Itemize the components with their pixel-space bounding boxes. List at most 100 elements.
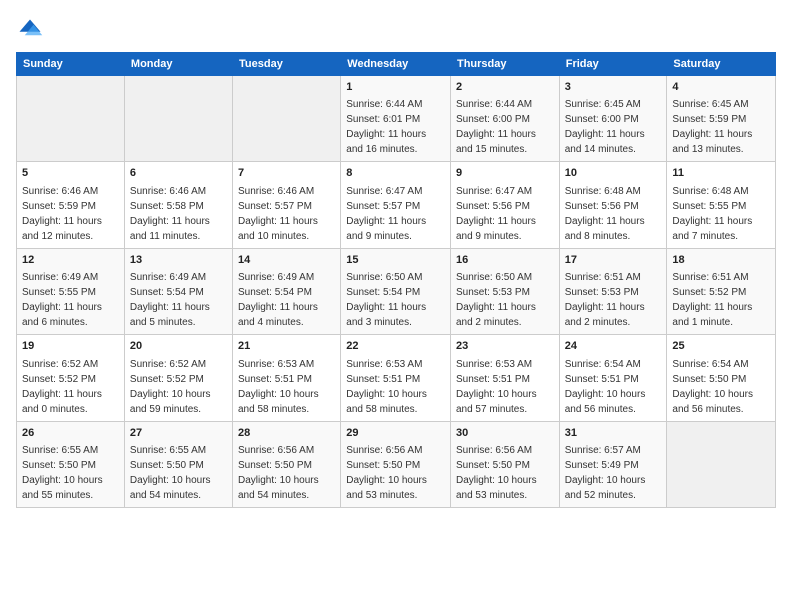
day-number: 24 — [565, 339, 662, 354]
day-number: 30 — [456, 426, 554, 441]
week-row-5: 26 Sunrise: 6:55 AM Sunset: 5:50 PM Dayli… — [17, 421, 776, 507]
day-cell-11: 11 Sunrise: 6:48 AM Sunset: 5:55 PM Dayli… — [667, 162, 776, 248]
day-info: Sunrise: 6:48 AM Sunset: 5:56 PM Dayligh… — [565, 186, 645, 242]
day-cell-12: 12 Sunrise: 6:49 AM Sunset: 5:55 PM Dayli… — [17, 248, 125, 334]
header-cell-tuesday: Tuesday — [233, 53, 341, 76]
day-number: 18 — [672, 253, 770, 268]
day-number: 31 — [565, 426, 662, 441]
day-number: 26 — [22, 426, 119, 441]
day-number: 29 — [346, 426, 445, 441]
day-info: Sunrise: 6:57 AM Sunset: 5:49 PM Dayligh… — [565, 445, 646, 501]
week-row-4: 19 Sunrise: 6:52 AM Sunset: 5:52 PM Dayli… — [17, 335, 776, 421]
day-number: 21 — [238, 339, 335, 354]
day-info: Sunrise: 6:54 AM Sunset: 5:51 PM Dayligh… — [565, 359, 646, 415]
day-info: Sunrise: 6:46 AM Sunset: 5:57 PM Dayligh… — [238, 186, 318, 242]
day-number: 2 — [456, 80, 554, 95]
day-cell-30: 30 Sunrise: 6:56 AM Sunset: 5:50 PM Dayli… — [450, 421, 559, 507]
day-info: Sunrise: 6:53 AM Sunset: 5:51 PM Dayligh… — [456, 359, 537, 415]
day-number: 5 — [22, 166, 119, 181]
day-cell-24: 24 Sunrise: 6:54 AM Sunset: 5:51 PM Dayli… — [559, 335, 667, 421]
day-cell-3: 3 Sunrise: 6:45 AM Sunset: 6:00 PM Daylig… — [559, 76, 667, 162]
week-row-1: 1Sunrise: 6:44 AM Sunset: 6:01 PM Daylig… — [17, 76, 776, 162]
day-number: 7 — [238, 166, 335, 181]
day-number: 14 — [238, 253, 335, 268]
day-info: Sunrise: 6:45 AM Sunset: 6:00 PM Dayligh… — [565, 99, 645, 155]
day-info: Sunrise: 6:45 AM Sunset: 5:59 PM Dayligh… — [672, 99, 752, 155]
header-cell-saturday: Saturday — [667, 53, 776, 76]
day-number: 6 — [130, 166, 227, 181]
day-cell-21: 21 Sunrise: 6:53 AM Sunset: 5:51 PM Dayli… — [233, 335, 341, 421]
day-info: Sunrise: 6:53 AM Sunset: 5:51 PM Dayligh… — [238, 359, 319, 415]
day-cell-27: 27 Sunrise: 6:55 AM Sunset: 5:50 PM Dayli… — [124, 421, 232, 507]
day-cell-22: 22 Sunrise: 6:53 AM Sunset: 5:51 PM Dayli… — [341, 335, 451, 421]
day-cell-26: 26 Sunrise: 6:55 AM Sunset: 5:50 PM Dayli… — [17, 421, 125, 507]
day-number: 10 — [565, 166, 662, 181]
day-info: Sunrise: 6:49 AM Sunset: 5:54 PM Dayligh… — [238, 272, 318, 328]
day-cell-8: 8 Sunrise: 6:47 AM Sunset: 5:57 PM Daylig… — [341, 162, 451, 248]
day-cell-29: 29 Sunrise: 6:56 AM Sunset: 5:50 PM Dayli… — [341, 421, 451, 507]
page-header — [16, 16, 776, 44]
day-number: 3 — [565, 80, 662, 95]
day-info: Sunrise: 6:51 AM Sunset: 5:53 PM Dayligh… — [565, 272, 645, 328]
day-number: 22 — [346, 339, 445, 354]
day-number: 13 — [130, 253, 227, 268]
day-number: 27 — [130, 426, 227, 441]
logo — [16, 16, 48, 44]
day-info: Sunrise: 6:53 AM Sunset: 5:51 PM Dayligh… — [346, 359, 427, 415]
day-info: Sunrise: 6:50 AM Sunset: 5:54 PM Dayligh… — [346, 272, 426, 328]
empty-cell — [17, 76, 125, 162]
day-cell-17: 17 Sunrise: 6:51 AM Sunset: 5:53 PM Dayli… — [559, 248, 667, 334]
day-info: Sunrise: 6:56 AM Sunset: 5:50 PM Dayligh… — [346, 445, 427, 501]
day-cell-18: 18 Sunrise: 6:51 AM Sunset: 5:52 PM Dayli… — [667, 248, 776, 334]
day-number: 23 — [456, 339, 554, 354]
header-cell-monday: Monday — [124, 53, 232, 76]
day-info: Sunrise: 6:56 AM Sunset: 5:50 PM Dayligh… — [238, 445, 319, 501]
day-info: Sunrise: 6:55 AM Sunset: 5:50 PM Dayligh… — [130, 445, 211, 501]
day-cell-4: 4Sunrise: 6:45 AM Sunset: 5:59 PM Daylig… — [667, 76, 776, 162]
day-cell-19: 19 Sunrise: 6:52 AM Sunset: 5:52 PM Dayli… — [17, 335, 125, 421]
day-info: Sunrise: 6:49 AM Sunset: 5:55 PM Dayligh… — [22, 272, 102, 328]
day-info: Sunrise: 6:55 AM Sunset: 5:50 PM Dayligh… — [22, 445, 103, 501]
day-cell-20: 20 Sunrise: 6:52 AM Sunset: 5:52 PM Dayli… — [124, 335, 232, 421]
day-cell-2: 2 Sunrise: 6:44 AM Sunset: 6:00 PM Daylig… — [450, 76, 559, 162]
day-cell-13: 13 Sunrise: 6:49 AM Sunset: 5:54 PM Dayli… — [124, 248, 232, 334]
day-info: Sunrise: 6:52 AM Sunset: 5:52 PM Dayligh… — [22, 359, 102, 415]
day-number: 12 — [22, 253, 119, 268]
day-number: 17 — [565, 253, 662, 268]
day-info: Sunrise: 6:56 AM Sunset: 5:50 PM Dayligh… — [456, 445, 537, 501]
day-number: 25 — [672, 339, 770, 354]
day-cell-6: 6 Sunrise: 6:46 AM Sunset: 5:58 PM Daylig… — [124, 162, 232, 248]
day-info: Sunrise: 6:49 AM Sunset: 5:54 PM Dayligh… — [130, 272, 210, 328]
week-row-2: 5Sunrise: 6:46 AM Sunset: 5:59 PM Daylig… — [17, 162, 776, 248]
empty-cell — [667, 421, 776, 507]
day-info: Sunrise: 6:46 AM Sunset: 5:58 PM Dayligh… — [130, 186, 210, 242]
day-cell-23: 23 Sunrise: 6:53 AM Sunset: 5:51 PM Dayli… — [450, 335, 559, 421]
day-info: Sunrise: 6:44 AM Sunset: 6:00 PM Dayligh… — [456, 99, 536, 155]
calendar-table: SundayMondayTuesdayWednesdayThursdayFrid… — [16, 52, 776, 508]
day-number: 11 — [672, 166, 770, 181]
day-info: Sunrise: 6:50 AM Sunset: 5:53 PM Dayligh… — [456, 272, 536, 328]
day-number: 1 — [346, 80, 445, 95]
day-number: 8 — [346, 166, 445, 181]
empty-cell — [233, 76, 341, 162]
day-cell-7: 7 Sunrise: 6:46 AM Sunset: 5:57 PM Daylig… — [233, 162, 341, 248]
empty-cell — [124, 76, 232, 162]
header-cell-thursday: Thursday — [450, 53, 559, 76]
day-cell-25: 25Sunrise: 6:54 AM Sunset: 5:50 PM Dayli… — [667, 335, 776, 421]
week-row-3: 12 Sunrise: 6:49 AM Sunset: 5:55 PM Dayli… — [17, 248, 776, 334]
day-info: Sunrise: 6:52 AM Sunset: 5:52 PM Dayligh… — [130, 359, 211, 415]
day-cell-10: 10 Sunrise: 6:48 AM Sunset: 5:56 PM Dayli… — [559, 162, 667, 248]
day-info: Sunrise: 6:51 AM Sunset: 5:52 PM Dayligh… — [672, 272, 752, 328]
logo-icon — [16, 16, 44, 44]
day-number: 19 — [22, 339, 119, 354]
day-info: Sunrise: 6:47 AM Sunset: 5:57 PM Dayligh… — [346, 186, 426, 242]
header-cell-sunday: Sunday — [17, 53, 125, 76]
header-cell-wednesday: Wednesday — [341, 53, 451, 76]
day-cell-31: 31 Sunrise: 6:57 AM Sunset: 5:49 PM Dayli… — [559, 421, 667, 507]
day-cell-28: 28 Sunrise: 6:56 AM Sunset: 5:50 PM Dayli… — [233, 421, 341, 507]
day-number: 28 — [238, 426, 335, 441]
day-cell-9: 9Sunrise: 6:47 AM Sunset: 5:56 PM Daylig… — [450, 162, 559, 248]
day-number: 9 — [456, 166, 554, 181]
day-number: 20 — [130, 339, 227, 354]
day-info: Sunrise: 6:48 AM Sunset: 5:55 PM Dayligh… — [672, 186, 752, 242]
